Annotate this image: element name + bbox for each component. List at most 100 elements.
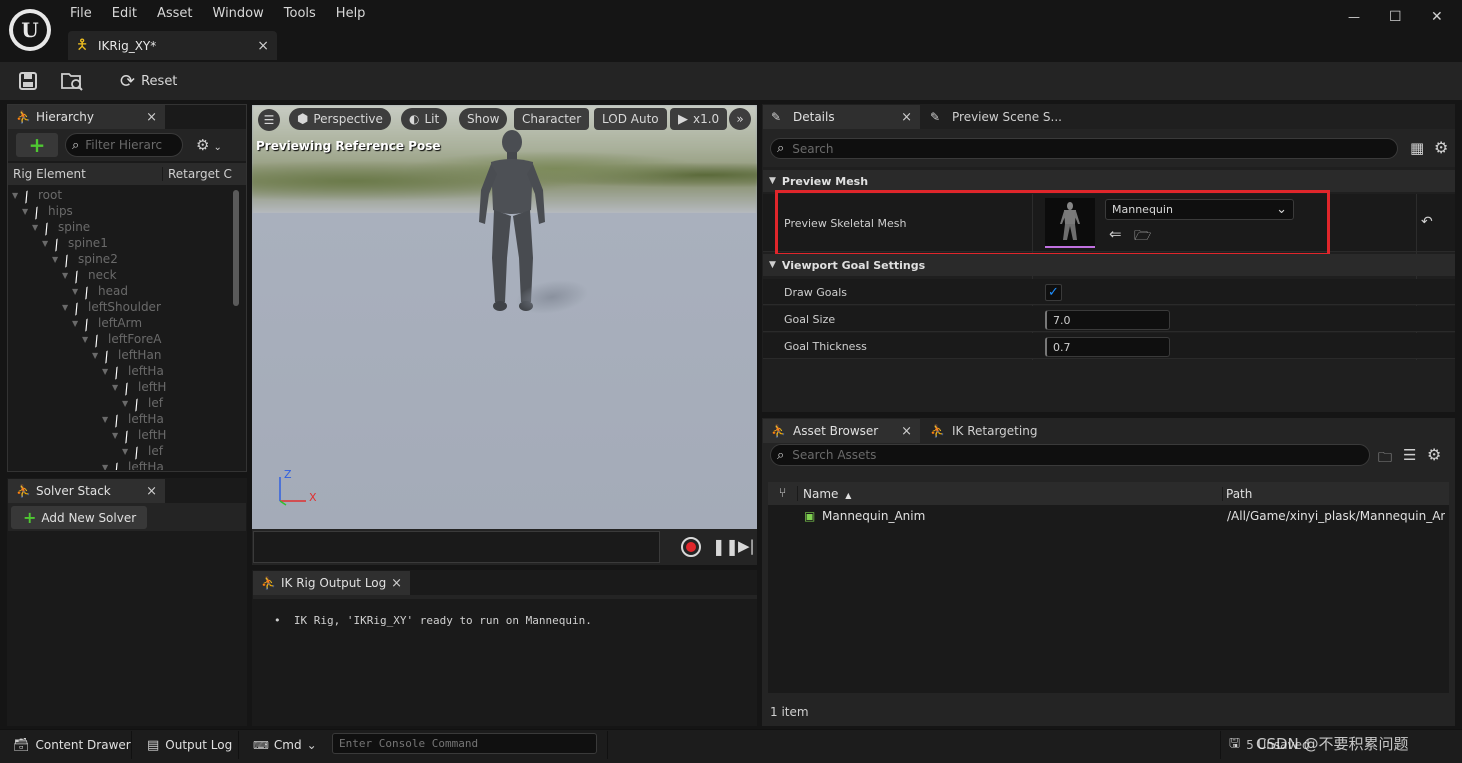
asset-path: /All/Game/xinyi_plask/Mannequin_An [1227,509,1445,523]
browse-asset-button[interactable] [60,70,84,92]
menu-file[interactable]: File [60,6,102,21]
col-rig-element[interactable]: Rig Element [8,167,163,181]
hierarchy-close-icon[interactable]: × [146,110,157,125]
pause-button[interactable]: ❚❚ [712,537,739,556]
source-control-icon[interactable]: ⑂ [768,486,798,501]
content-drawer-icon: 🗃 [13,737,30,753]
tree-row[interactable]: ▼ ⟋ leftArm [72,315,142,333]
bone-label: spine2 [78,252,118,266]
hierarchy-tab[interactable]: ⛹ Hierarchy × [8,105,165,129]
menu-asset[interactable]: Asset [147,6,203,21]
col-path[interactable]: Path [1223,487,1252,501]
filter-icon[interactable]: ☰ [1403,446,1416,464]
viewport-more-button[interactable]: » [729,108,751,130]
solver-stack-tab[interactable]: ⛹ Solver Stack × [8,479,165,503]
menu-help[interactable]: Help [326,6,376,21]
output-log-tab[interactable]: ⛹ IK Rig Output Log × [253,571,410,595]
goal-thickness-input[interactable] [1045,337,1170,357]
hierarchy-settings-button[interactable]: ⚙ ⌄ [196,136,222,154]
table-view-icon[interactable]: ▦ [1410,139,1424,157]
asset-browser-tab-label: Asset Browser [793,424,879,438]
show-button[interactable]: Show [459,108,508,130]
tree-row[interactable]: ▼ ⟋ hips [22,203,73,221]
output-log-button[interactable]: ▤ Output Log [139,731,239,759]
tree-row[interactable]: ▼ ⟋ leftHan [92,347,161,365]
unreal-logo-icon[interactable]: U [9,9,51,51]
console-command-input[interactable] [332,733,597,754]
tree-row[interactable]: ▼ ⟋ leftH [112,427,166,445]
section-preview-mesh[interactable]: ▼ Preview Mesh [763,170,1455,192]
asset-settings-gear-icon[interactable]: ⚙ [1427,445,1441,464]
hierarchy-scrollbar[interactable] [233,190,239,306]
cmd-selector[interactable]: ⌨ Cmd ⌄ [245,731,325,759]
hierarchy-filter[interactable]: ⌕ Filter Hierarc [65,133,183,157]
lit-button[interactable]: ◐ Lit [401,108,448,130]
draw-goals-checkbox[interactable]: ✓ [1045,284,1062,301]
window-close-button[interactable]: ✕ [1431,9,1443,25]
tree-row[interactable]: ▼ ⟋ leftH [112,379,166,397]
output-log-close-icon[interactable]: × [391,576,402,591]
solver-stack-tab-icon: ⛹ [16,484,31,498]
details-tab[interactable]: ✎ Details × [763,105,920,129]
add-bone-button[interactable]: + [16,133,58,157]
tree-row[interactable]: ▼ ⟋ leftHa [102,459,164,470]
tree-row[interactable]: ▼ ⟋ leftHa [102,411,164,429]
save-button[interactable] [18,71,38,91]
details-search[interactable]: ⌕ Search [770,138,1398,159]
goal-size-label: Goal Size [784,313,836,326]
solver-stack-close-icon[interactable]: × [146,484,157,499]
step-forward-button[interactable]: ▶| [738,537,755,555]
character-button[interactable]: Character [514,108,590,130]
document-tab[interactable]: 🯅 IKRig_XY* × [68,31,277,60]
table-row[interactable]: ▣ Mannequin_Anim /All/Game/xinyi_plask/M… [768,506,1449,526]
section-viewport-goal[interactable]: ▼ Viewport Goal Settings [763,254,1455,276]
goal-size-input[interactable] [1045,310,1170,330]
asset-list-header: ⑂ Name ▲ Path [768,482,1449,505]
menu-edit[interactable]: Edit [102,6,147,21]
asset-browser-tab[interactable]: ⛹ Asset Browser × [763,419,920,443]
content-drawer-button[interactable]: 🗃 Content Drawer [5,731,132,759]
viewport-options-button[interactable]: ☰ [258,109,280,131]
tree-row[interactable]: ▼ ⟋ spine1 [42,235,108,253]
tree-row[interactable]: ▼ ⟋ leftShoulder [62,299,161,317]
preview-scene-tab[interactable]: ✎ Preview Scene S... [922,105,1082,129]
document-tab-close-icon[interactable]: × [257,38,269,54]
record-button[interactable] [681,537,701,557]
tree-row[interactable]: ▼ ⟋ lef [122,395,163,413]
search-icon: ⌕ [777,141,785,156]
perspective-button[interactable]: ⬢ Perspective [289,108,391,130]
asset-browser-tab-icon: ⛹ [771,424,786,438]
add-new-solver-button[interactable]: + Add New Solver [11,506,147,529]
play-speed-button[interactable]: ▶ x1.0 [670,108,728,130]
tree-row[interactable]: ▼ ⟋ leftForeA [82,331,162,349]
tree-row[interactable]: ▼ ⟋ lef [122,443,163,461]
tree-row[interactable]: ▼ ⟋ leftHa [102,363,164,381]
draw-goals-row [763,279,1455,305]
timeline-scrubber[interactable] [253,531,660,563]
reset-to-default-icon[interactable]: ↶ [1421,214,1433,230]
tree-row[interactable]: ▼ ⟋ root [12,187,62,205]
col-name[interactable]: Name ▲ [798,486,1223,501]
col-retarget[interactable]: Retarget C [163,167,232,181]
window-maximize-button[interactable]: ☐ [1389,9,1402,25]
asset-search[interactable]: ⌕ Search Assets [770,444,1370,466]
folder-search-icon[interactable]: 🗀 [1378,447,1392,471]
window-minimize-button[interactable]: — [1348,10,1360,24]
menu-tools[interactable]: Tools [274,6,326,21]
settings-gear-icon[interactable]: ⚙ [1434,138,1448,157]
tree-row[interactable]: ▼ ⟋ spine2 [52,251,118,269]
ik-retargeting-tab[interactable]: ⛹ IK Retargeting [922,419,1062,443]
play-icon: ▶ [678,111,688,127]
viewport[interactable]: Previewing Reference Pose Z X [252,105,757,529]
sort-ascending-icon: ▲ [845,490,852,500]
tree-row[interactable]: ▼ ⟋ neck [62,267,117,285]
menu-window[interactable]: Window [203,6,274,21]
goal-thickness-label: Goal Thickness [784,340,867,353]
lod-button[interactable]: LOD Auto [594,108,667,130]
asset-count: 1 item [770,705,809,719]
asset-browser-close-icon[interactable]: × [901,424,912,439]
details-close-icon[interactable]: × [901,110,912,125]
ik-retargeting-tab-label: IK Retargeting [952,424,1038,438]
plus-icon: + [23,508,37,527]
reset-button[interactable]: ⟳ Reset [120,70,177,92]
